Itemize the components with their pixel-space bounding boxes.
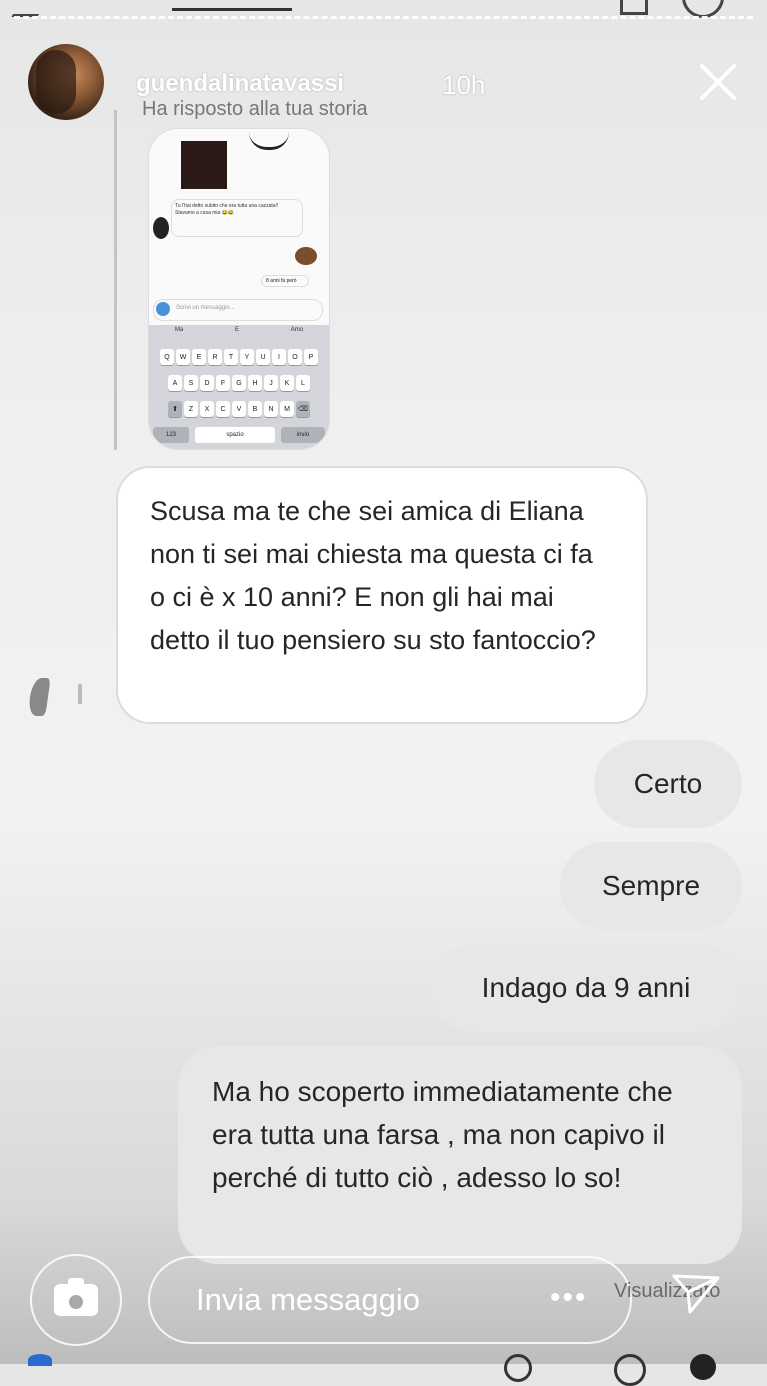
flag-icon [620,0,648,15]
key: G [232,375,246,391]
quote-bar [114,110,117,450]
key: U [256,349,270,365]
keyboard-row-2: A S D F G H J K L [152,375,326,391]
profile-icon [614,1354,646,1386]
key: H [248,375,262,391]
space-key: spazio [195,427,275,443]
send-icon[interactable] [668,1264,724,1320]
key: A [168,375,182,391]
home-icon [28,1354,52,1366]
backspace-key: ⌫ [296,401,310,417]
key: P [304,349,318,365]
key: I [272,349,286,365]
sent-message: Ma ho scoperto immediatamente che era tu… [178,1046,742,1264]
camera-lens [66,1292,86,1312]
story-thumbnail[interactable]: Tu l'hai detto subito che era tutta una … [148,128,330,450]
avatar[interactable] [28,44,104,120]
keyboard-suggestions: Ma E Amo [149,327,329,333]
back-arrow-icon [11,0,51,17]
suggestion: E [234,327,239,333]
key: Y [240,349,254,365]
key: D [200,375,214,391]
keyboard-row-1: Q W E R T Y U I O P [152,349,326,365]
search-icon [504,1354,532,1382]
key-123: 123 [153,427,189,443]
key: S [184,375,198,391]
suggestion: Ma [174,327,184,333]
close-icon [700,64,736,100]
sender-avatar [27,678,51,716]
suggestion: Amo [290,327,304,333]
key: W [176,349,190,365]
key: K [280,375,294,391]
key: F [216,375,230,391]
emoji-sticker [295,247,317,265]
bottom-clipped-icons [0,1354,767,1386]
reply-context: Ha risposto alla tua storia [142,98,368,120]
received-message: Scusa ma te che sei amica di Eliana non … [116,466,648,724]
shift-key: ⬆ [168,401,182,417]
avatar-icon [690,1354,716,1380]
camera-icon [156,302,170,316]
username[interactable]: guendalinatavassi [136,70,344,98]
sender-avatar-edge [78,684,82,704]
story-message-bar: Scrivi un messaggio... [153,299,323,321]
key: E [192,349,206,365]
clipped-title [172,0,292,11]
sent-message: Sempre [560,842,742,930]
key: O [288,349,302,365]
key: T [224,349,238,365]
key: X [200,401,214,417]
keyboard-row-3: ⬆ Z X C V B N M ⌫ [152,401,326,417]
story-small-reply: 8 anni fa però [261,275,309,287]
key: R [208,349,222,365]
sent-message: Indago da 9 anni [430,944,742,1032]
key: B [248,401,262,417]
story-progress-bar [14,16,753,19]
sent-message: Certo [594,740,742,828]
reply-bar: ••• Visualizzato [0,1250,767,1364]
key: Z [184,401,198,417]
more-icon[interactable]: ••• [550,1283,588,1313]
key: C [216,401,230,417]
key: N [264,401,278,417]
camera-button[interactable] [30,1254,122,1346]
key: V [232,401,246,417]
key: J [264,375,278,391]
send-key: invio [281,427,325,443]
keyboard-row-4: 123 spazio invio [149,427,329,445]
phone-notch [249,129,289,150]
story-input-placeholder: Scrivi un messaggio... [176,305,235,311]
sender-avatar-small [153,217,169,239]
key: M [280,401,294,417]
key: Q [160,349,174,365]
story-image [181,141,227,189]
close-button[interactable] [690,54,746,110]
timestamp: 10h [442,70,486,100]
story-message: Tu l'hai detto subito che era tutta una … [171,199,303,237]
key: L [296,375,310,391]
